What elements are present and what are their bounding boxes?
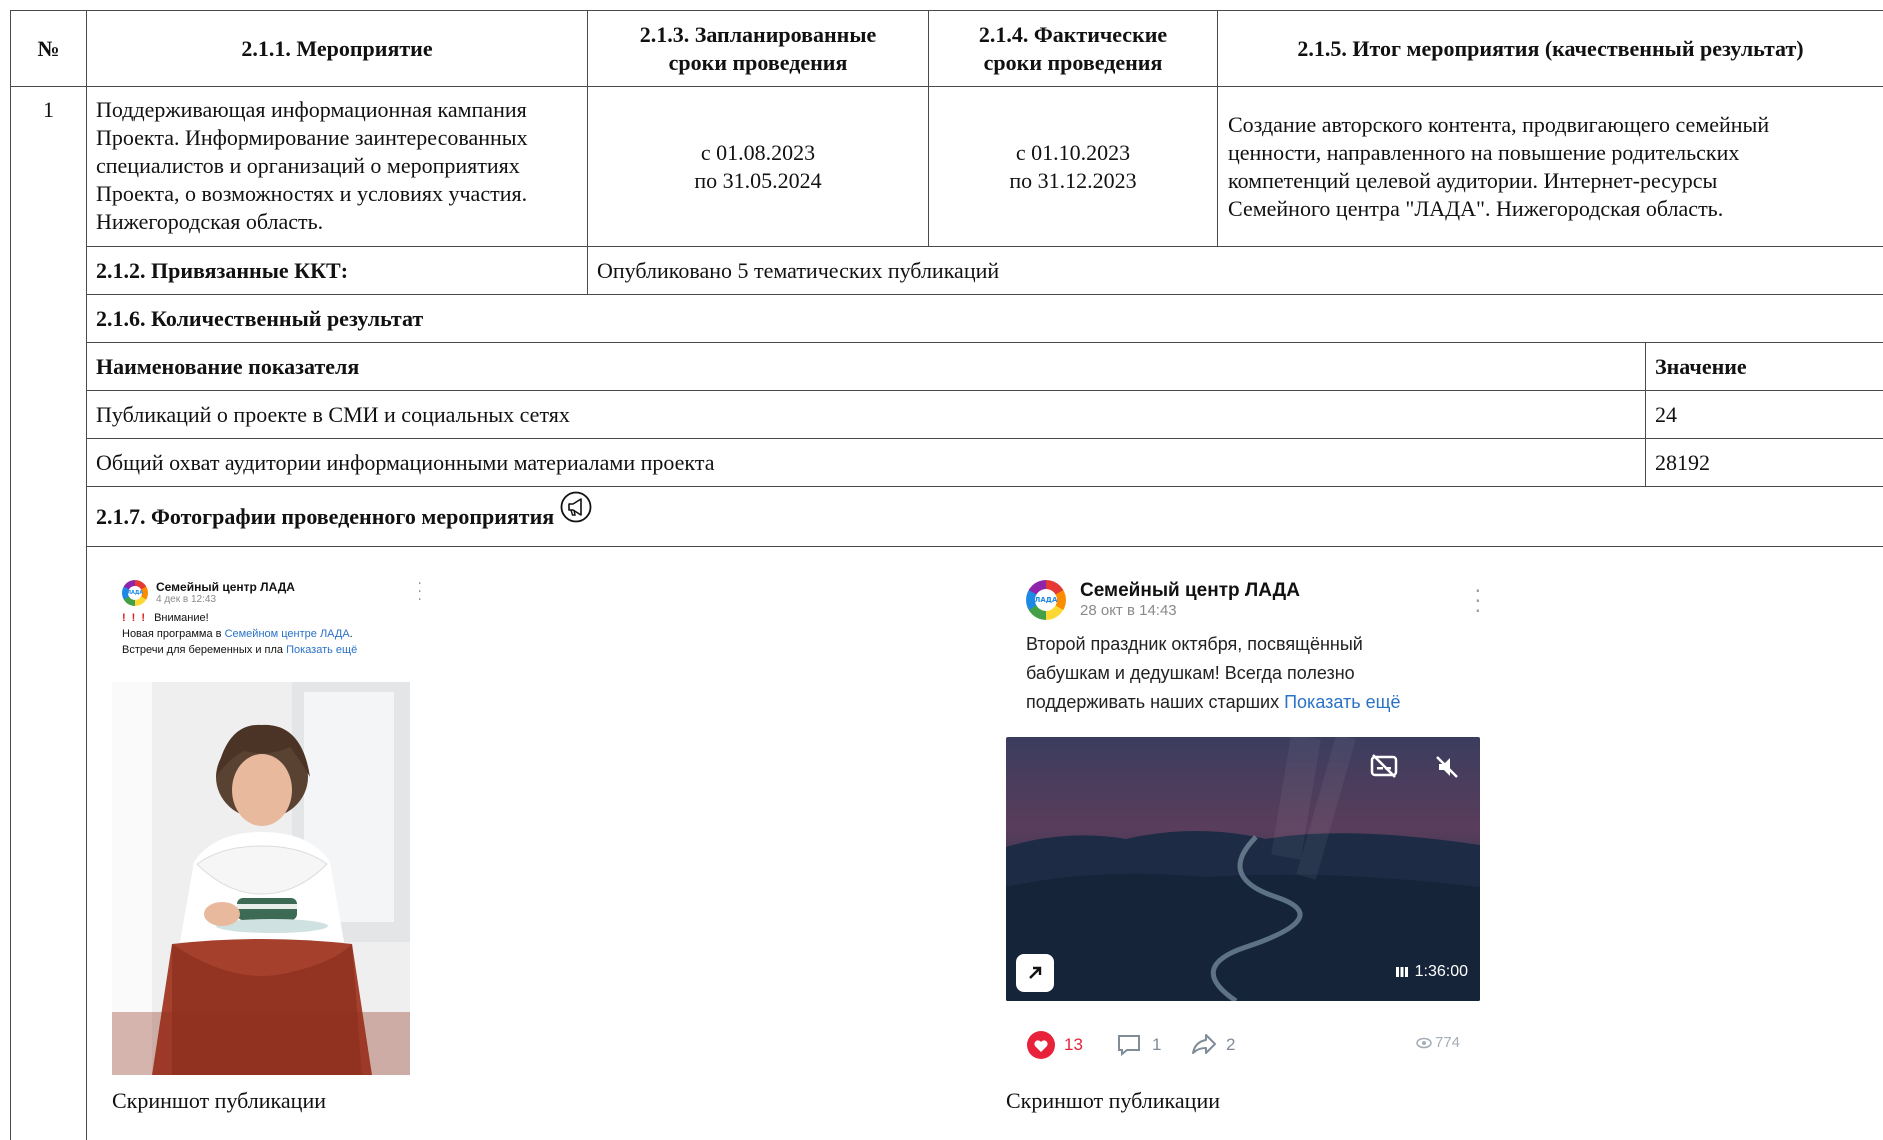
quant-row-name: Общий охват аудитории информационными ма…: [96, 449, 715, 475]
show-more-link[interactable]: Показать ещё: [1284, 692, 1400, 712]
quant-label: 2.1.6. Количественный результат: [96, 305, 424, 331]
quant-col-value: Значение: [1655, 353, 1747, 379]
row-num: 1: [43, 97, 54, 122]
actual-dates: с 01.10.2023 по 31.12.2023: [1009, 139, 1137, 193]
post-photo: [112, 682, 410, 1075]
quant-col-name: Наименование показателя: [96, 353, 360, 379]
result-description: Создание авторского контента, продвигающ…: [1228, 111, 1770, 221]
post-text: бабушкам и дедушкам! Всегда полезно: [1026, 663, 1355, 683]
lada-logo: ЛАДА: [122, 580, 148, 606]
mute-icon[interactable]: [1433, 753, 1461, 786]
post-date: 4 дек в 12:43: [156, 594, 217, 605]
subtitles-off-icon[interactable]: [1369, 753, 1399, 784]
more-options-icon[interactable]: · · ·: [1475, 580, 1481, 621]
header-planned: 2.1.3. Запланированные сроки проведения: [639, 21, 877, 75]
views-counter: 774: [1416, 1034, 1460, 1051]
header-actual: 2.1.4. Фактические сроки проведения: [978, 21, 1168, 75]
share-icon: [1192, 1034, 1216, 1054]
arrow-up-right-icon: [1029, 966, 1042, 979]
comment-button[interactable]: 1: [1116, 1032, 1161, 1058]
video-player[interactable]: 1:36:00: [1006, 737, 1480, 1001]
publication-screenshot-1: ЛАДА Семейный центр ЛАДА 4 дек в 12:43 ·…: [122, 577, 432, 658]
border-line: [10, 10, 11, 1140]
photo-caption: Скриншот публикации: [112, 1088, 326, 1113]
planned-dates: с 01.08.2023 по 31.05.2024: [694, 139, 822, 193]
post-text: Второй праздник октября, посвящённый: [1026, 634, 1363, 654]
expand-button[interactable]: [1016, 954, 1054, 992]
quant-row-value: 24: [1655, 401, 1677, 427]
border-line: [86, 546, 1883, 547]
event-description: Поддерживающая информационная кампания Пр…: [96, 97, 528, 234]
post-text: поддерживать наших старших Показать ещё: [1026, 692, 1401, 712]
exclamation-icon: !!!: [122, 612, 151, 624]
share-button[interactable]: 2: [1190, 1032, 1235, 1058]
lada-logo: ЛАДА: [1026, 580, 1066, 620]
video-duration: 1:36:00: [1395, 963, 1468, 981]
show-more-link[interactable]: Показать ещё: [286, 644, 357, 656]
report-table: № 2.1.1. Мероприятие 2.1.3. Запланирован…: [10, 10, 1883, 1140]
photos-label: 2.1.7. Фотографии проведенного мероприят…: [96, 487, 1876, 546]
post-text: Новая программа в Семейном центре ЛАДА.: [122, 628, 353, 640]
post-header: ЛАДА Семейный центр ЛАДА 28 окт в 14:43 …: [1026, 580, 1501, 621]
post-author: Семейный центр ЛАДА: [1080, 580, 1300, 601]
kkt-label: 2.1.2. Привязанные ККТ:: [96, 257, 349, 283]
heart-icon: [1027, 1031, 1055, 1059]
eye-icon: [1416, 1037, 1432, 1048]
post-date: 28 окт в 14:43: [1080, 602, 1177, 619]
header-num: №: [37, 35, 60, 61]
equalizer-icon: [1395, 967, 1408, 977]
publication-screenshot-2: ЛАДА Семейный центр ЛАДА 28 окт в 14:43 …: [1026, 580, 1501, 717]
megaphone-icon: [560, 491, 592, 530]
header-event: 2.1.1. Мероприятие: [241, 35, 433, 61]
header-result: 2.1.5. Итог мероприятия (качественный ре…: [1297, 35, 1804, 61]
post-author: Семейный центр ЛАДА: [156, 580, 295, 594]
like-button[interactable]: 13: [1026, 1030, 1083, 1060]
kkt-value: Опубликовано 5 тематических публикаций: [597, 257, 1000, 283]
comment-icon: [1118, 1035, 1140, 1057]
video-thumbnail: [1006, 737, 1480, 1001]
more-options-icon[interactable]: · · ·: [418, 577, 422, 607]
post-text: Встречи для беременных и пла Показать ещ…: [122, 644, 358, 656]
post-alert: !!! Внимание!: [122, 612, 209, 624]
border-line: [86, 10, 87, 1140]
border-line: [1645, 342, 1646, 486]
photo-caption: Скриншот публикации: [1006, 1088, 1220, 1113]
post-actions: 13 1 2 774: [1026, 1028, 1476, 1062]
post-header: ЛАДА Семейный центр ЛАДА 4 дек в 12:43 ·…: [122, 577, 432, 607]
quant-row-value: 28192: [1655, 449, 1710, 475]
quant-row-name: Публикаций о проекте в СМИ и социальных …: [96, 401, 570, 427]
